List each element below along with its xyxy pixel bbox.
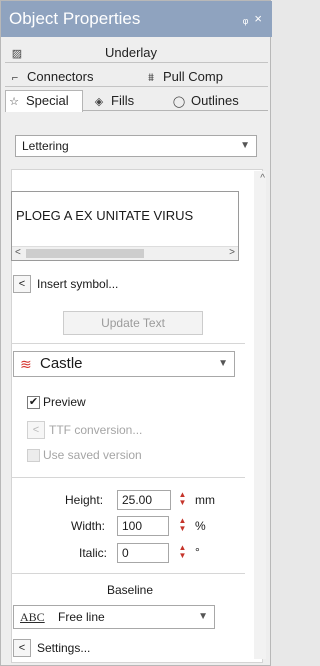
chevron-down-icon: ▼ — [218, 358, 228, 369]
chevron-down-icon: ▼ — [198, 611, 208, 622]
ttf-conversion-button[interactable]: < — [27, 421, 45, 439]
scroll-thumb[interactable] — [26, 249, 144, 258]
height-spinner[interactable]: ▲ ▼ — [176, 491, 189, 509]
separator — [11, 573, 245, 574]
insert-symbol-button[interactable]: < — [13, 275, 31, 293]
tab-outlines[interactable]: ◯ Outlines — [171, 91, 265, 111]
pull-comp-icon: ⩩ — [148, 72, 154, 84]
width-field[interactable]: 100 — [117, 516, 169, 536]
preview-label: Preview — [43, 395, 86, 409]
connectors-icon: ⌐ — [11, 72, 19, 84]
fills-icon: ◈ — [94, 96, 104, 108]
height-field[interactable]: 25.00 — [117, 490, 171, 510]
object-properties-panel: Object Properties ᵩ× ▨ Underlay ⌐ Connect… — [0, 0, 272, 666]
italic-label: Italic: — [79, 546, 108, 560]
settings-button[interactable]: < — [13, 639, 31, 657]
width-label: Width: — [71, 519, 106, 533]
baseline-heading: Baseline — [107, 583, 154, 597]
tab-row-2: ⌐ Connectors ⩩ Pull Comp — [5, 67, 268, 87]
tab-fills[interactable]: ◈ Fills — [91, 91, 165, 111]
use-saved-version-checkbox[interactable] — [27, 449, 40, 462]
insert-symbol-label: Insert symbol... — [37, 277, 119, 291]
underlay-icon: ▨ — [11, 48, 23, 60]
outlines-icon: ◯ — [172, 96, 186, 108]
preview-checkbox[interactable]: ✔ — [27, 396, 40, 409]
italic-unit: ° — [195, 545, 200, 559]
tab-special[interactable]: ☆ Special — [5, 90, 83, 112]
horizontal-scrollbar[interactable]: < > — [12, 246, 238, 260]
scroll-right-icon[interactable]: > — [229, 247, 235, 258]
separator — [11, 477, 245, 478]
width-spinner[interactable]: ▲ ▼ — [176, 517, 189, 535]
separator — [11, 343, 245, 344]
ttf-conversion-label: TTF conversion... — [49, 423, 143, 437]
object-type-select[interactable]: Lettering ▼ — [15, 135, 257, 157]
lettering-text-box[interactable]: PLOEG A EX UNITATE VIRUS < > — [11, 191, 239, 261]
title-bar: Object Properties ᵩ× — [1, 1, 272, 37]
height-label: Height: — [65, 493, 104, 507]
height-unit: mm — [195, 493, 215, 507]
chevron-down-icon: ▼ — [240, 140, 250, 151]
star-icon: ☆ — [9, 96, 19, 108]
window-title: Object Properties — [9, 9, 141, 28]
tab-connectors[interactable]: ⌐ Connectors — [7, 67, 135, 87]
settings-label: Settings... — [37, 641, 91, 655]
scroll-left-icon[interactable]: < — [15, 247, 21, 258]
update-text-button[interactable]: Update Text — [63, 311, 203, 335]
italic-spinner[interactable]: ▲ ▼ — [176, 544, 189, 562]
italic-field[interactable]: 0 — [117, 543, 169, 563]
baseline-select[interactable]: ABC Free line ▼ — [13, 605, 215, 629]
font-icon: ≋ — [20, 356, 32, 372]
tab-row-3: ☆ Special ◈ Fills ◯ Outlines — [5, 90, 268, 112]
close-icon[interactable]: × — [254, 11, 268, 26]
pin-icon[interactable]: ᵩ — [243, 11, 255, 26]
use-saved-version-label: Use saved version — [43, 448, 142, 462]
vertical-scrollbar[interactable] — [254, 171, 266, 659]
tab-row-1: ▨ Underlay — [5, 43, 268, 63]
width-unit: % — [195, 519, 206, 533]
scroll-up-icon[interactable]: ^ — [260, 173, 265, 184]
tab-pull-comp[interactable]: ⩩ Pull Comp — [143, 67, 263, 87]
baseline-icon: ABC — [20, 610, 45, 624]
font-select[interactable]: ≋ Castle ▼ — [13, 351, 235, 377]
tab-underlay[interactable]: ▨ Underlay — [9, 43, 259, 63]
